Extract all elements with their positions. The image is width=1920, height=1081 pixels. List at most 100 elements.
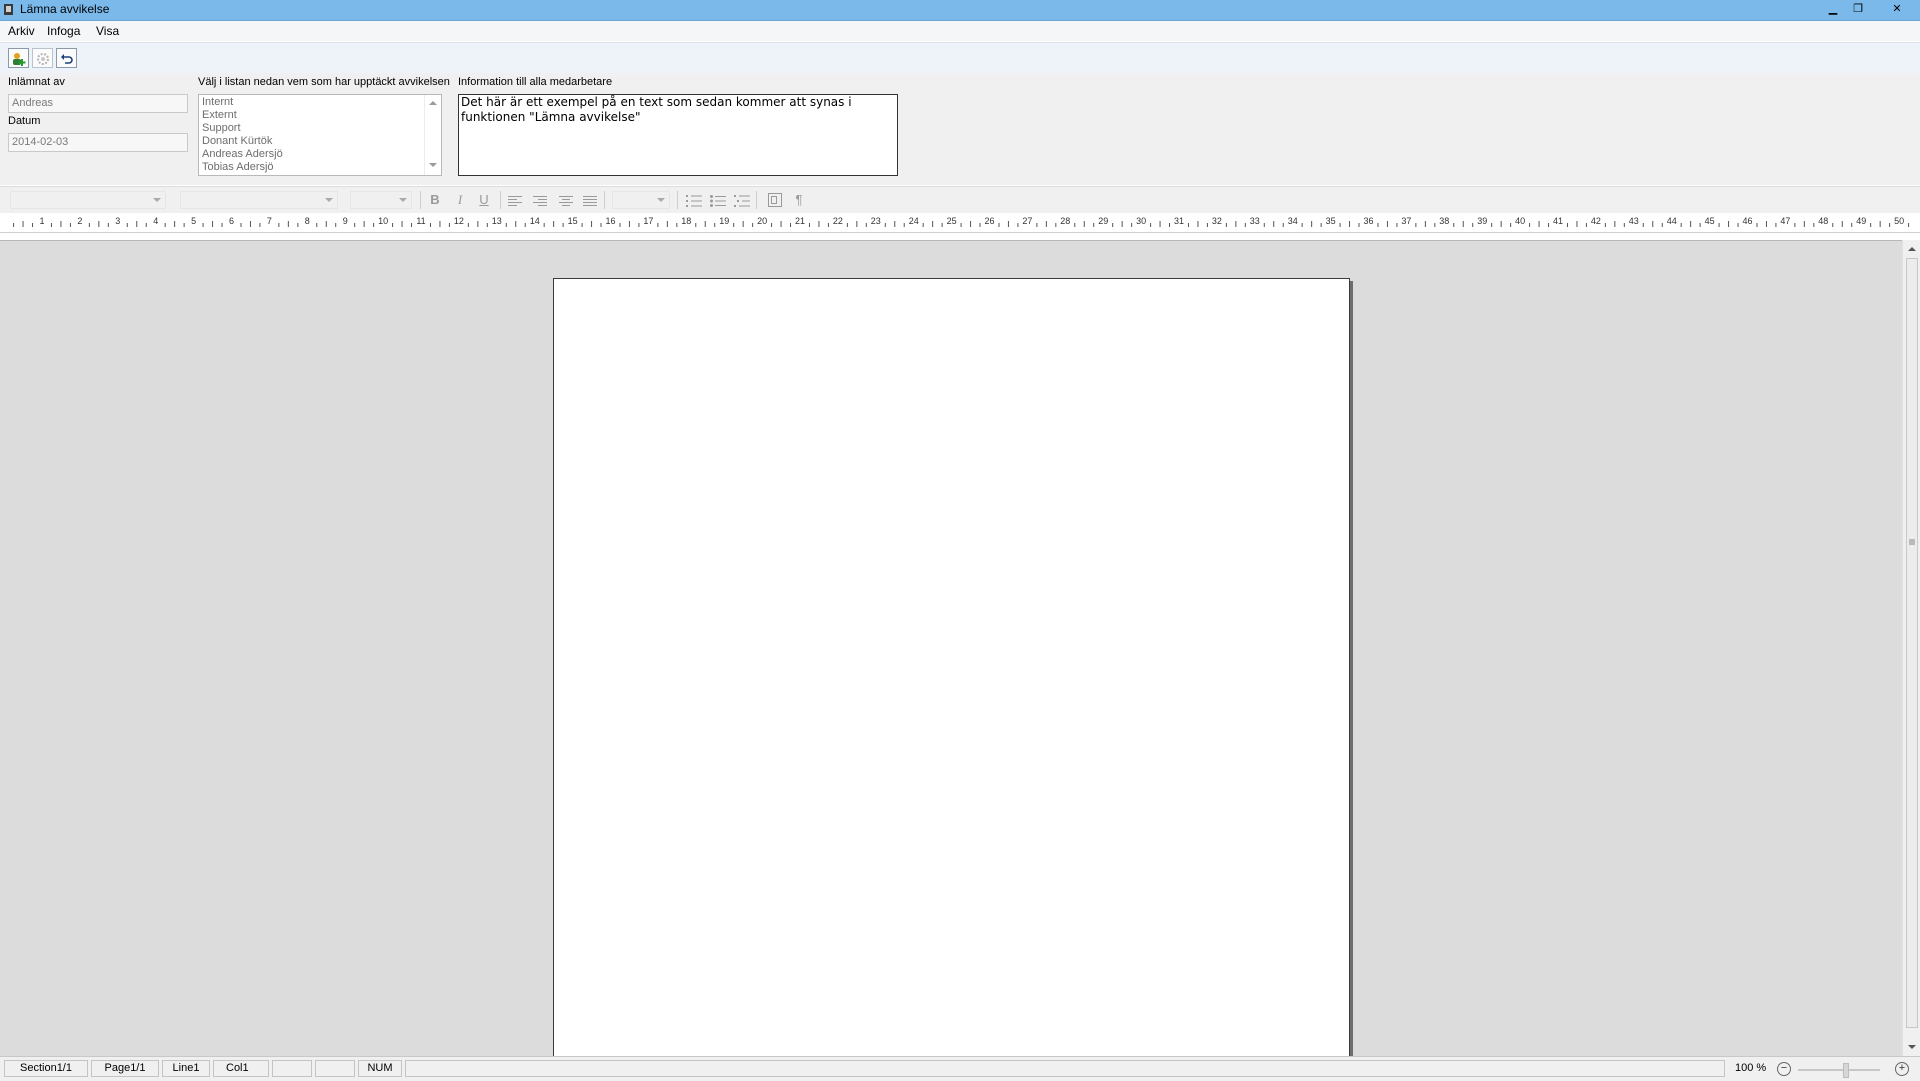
status-cell	[315, 1060, 355, 1077]
list-item[interactable]: Internt	[202, 96, 233, 108]
zoom-level: 100 %	[1735, 1062, 1767, 1074]
chevron-down-icon	[153, 198, 161, 202]
submitted-by-field[interactable]: Andreas	[8, 94, 188, 113]
underline-button[interactable]: U	[475, 192, 493, 208]
ruler-label: 33	[1250, 216, 1260, 226]
ruler-label: 17	[643, 216, 653, 226]
menu-infoga[interactable]: Infoga	[47, 24, 80, 38]
ruler-label: 11	[416, 216, 425, 226]
maximize-button[interactable]: ❐	[1847, 1, 1869, 17]
info-label: Information till alla medarbetare	[458, 76, 613, 88]
date-label: Datum	[8, 115, 41, 127]
list-item[interactable]: Donant Kürtök	[202, 135, 272, 147]
submitted-by-label: Inlämnat av	[8, 76, 65, 88]
frame-icon[interactable]	[768, 193, 782, 207]
ruler-label: 45	[1705, 216, 1715, 226]
separator	[604, 191, 605, 209]
ruler: 1 2 3 4 5 6 7 8 9 10 11 12 13 14 15 16 17 18 19 20 21 22 23 24 2…	[0, 213, 1920, 233]
italic-button[interactable]: I	[451, 192, 469, 208]
ruler-label: 43	[1629, 216, 1639, 226]
ruler-label: 38	[1439, 216, 1449, 226]
bold-button[interactable]: B	[426, 192, 444, 208]
add-user-button[interactable]	[8, 48, 29, 68]
document-page[interactable]	[553, 278, 1350, 1070]
align-center-icon[interactable]	[559, 196, 573, 206]
ruler-label: 30	[1136, 216, 1146, 226]
scroll-up-icon[interactable]	[1908, 246, 1916, 252]
info-textarea[interactable]: Det här är ett exempel på en text som se…	[458, 94, 898, 176]
zoom-slider-thumb[interactable]	[1843, 1063, 1849, 1078]
plus-icon: +	[1898, 1062, 1906, 1074]
ruler-label: 27	[1022, 216, 1032, 226]
info-text: Det här är ett exempel på en text som se…	[461, 95, 852, 124]
discoverer-listbox[interactable]: Internt Externt Support Donant Kürtök An…	[198, 94, 442, 176]
scroll-down-icon[interactable]	[1908, 1044, 1916, 1050]
scroll-up-icon[interactable]	[429, 100, 437, 106]
ruler-label: 5	[191, 216, 196, 226]
zoom-out-button[interactable]: −	[1777, 1062, 1791, 1076]
ruler-label: 47	[1780, 216, 1790, 226]
grip-icon	[1909, 539, 1915, 545]
ruler-label: 29	[1098, 216, 1108, 226]
minus-icon: −	[1780, 1062, 1788, 1074]
list-item[interactable]: Andreas Adersjö	[202, 148, 283, 160]
ruler-label: 16	[605, 216, 615, 226]
status-col: Col1	[213, 1060, 269, 1077]
menu-visa[interactable]: Visa	[96, 24, 119, 38]
separator	[500, 191, 501, 209]
minimize-button[interactable]: ▁	[1822, 1, 1844, 17]
ruler-label: 24	[909, 216, 919, 226]
align-justify-icon[interactable]	[583, 196, 597, 206]
chevron-down-icon	[325, 198, 333, 202]
bullet-list-icon[interactable]	[710, 195, 726, 207]
list-item[interactable]: Tobias Adersjö	[202, 161, 274, 173]
separator	[420, 191, 421, 209]
ruler-label: 25	[947, 216, 957, 226]
scrollbar-thumb[interactable]	[1906, 258, 1918, 1028]
ruler-label: 46	[1742, 216, 1752, 226]
font-size-select[interactable]	[350, 191, 412, 209]
ruler-label: 34	[1288, 216, 1298, 226]
document-area	[0, 240, 1902, 1070]
menu-arkiv[interactable]: Arkiv	[8, 24, 35, 38]
font-family-select[interactable]	[180, 191, 338, 209]
settings-button[interactable]	[32, 48, 53, 68]
close-button[interactable]: ✕	[1884, 1, 1910, 17]
date-field[interactable]: 2014-02-03	[8, 133, 188, 152]
vertical-scrollbar[interactable]	[1902, 240, 1920, 1056]
ruler-label: 37	[1401, 216, 1411, 226]
multilevel-list-icon[interactable]	[734, 195, 750, 207]
line-spacing-select[interactable]	[612, 191, 670, 209]
style-select[interactable]	[10, 191, 166, 209]
ruler-label: 6	[229, 216, 234, 226]
scroll-down-icon[interactable]	[429, 162, 437, 168]
list-scrollbar[interactable]	[424, 95, 441, 175]
ruler-label: 15	[568, 216, 578, 226]
ruler-label: 48	[1818, 216, 1828, 226]
ruler-label: 14	[530, 216, 540, 226]
zoom-slider-track[interactable]	[1798, 1069, 1880, 1071]
ruler-label: 41	[1553, 216, 1563, 226]
list-item[interactable]: Externt	[202, 109, 237, 121]
window-title: Lämna avvikelse	[20, 2, 110, 16]
chevron-down-icon	[399, 198, 407, 202]
ruler-label: 19	[719, 216, 729, 226]
align-right-icon[interactable]	[533, 196, 547, 206]
status-page: Page1/1	[91, 1060, 159, 1077]
format-toolbar: B I U ¶	[0, 186, 1920, 213]
minimize-icon: ▁	[1828, 3, 1838, 15]
ruler-label: 22	[833, 216, 843, 226]
ruler-label: 8	[305, 216, 310, 226]
pilcrow-icon[interactable]: ¶	[790, 192, 808, 208]
align-left-icon[interactable]	[508, 196, 522, 206]
status-bar: Section1/1 Page1/1 Line1 Col1 NUM 100 % …	[0, 1056, 1920, 1081]
list-item[interactable]: Support	[202, 122, 241, 134]
undo-button[interactable]	[56, 48, 77, 68]
zoom-in-button[interactable]: +	[1895, 1062, 1909, 1076]
ruler-label: 42	[1591, 216, 1601, 226]
numbered-list-icon[interactable]	[686, 195, 702, 207]
ruler-label: 49	[1856, 216, 1866, 226]
ruler-label: 44	[1667, 216, 1677, 226]
toolbar	[0, 42, 1920, 74]
ruler-scale: 1 2 3 4 5 6 7 8 9 10 11 12 13 14 15 16 17 18 19 20 21 22 23 24 2…	[13, 216, 1910, 227]
